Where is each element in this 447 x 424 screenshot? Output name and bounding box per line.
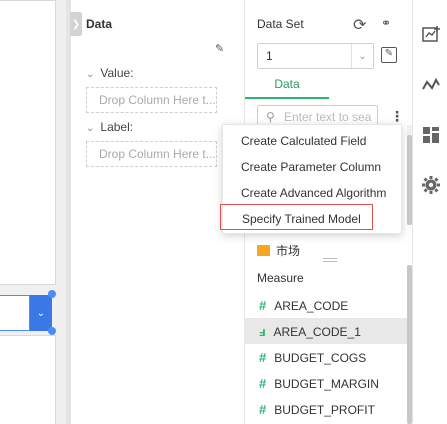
- field-item[interactable]: # BUDGET_MARGIN: [245, 370, 407, 396]
- number-icon: #: [259, 298, 267, 313]
- report-canvas: ⌄: [0, 0, 70, 424]
- label-section-header[interactable]: ⌄ Label:: [86, 120, 133, 134]
- dashboard-icon[interactable]: [421, 125, 441, 145]
- resize-handle[interactable]: [48, 327, 56, 335]
- field-item[interactable]: # AREA_CODE: [245, 292, 407, 318]
- chevron-down-icon: ⌄: [86, 123, 95, 134]
- menu-item-specify-trained-model[interactable]: Specify Trained Model: [220, 204, 373, 230]
- field-label: BUDGET_PROFIT: [274, 403, 375, 417]
- eraser-icon[interactable]: ✎: [215, 42, 224, 55]
- panel-splitter[interactable]: [66, 0, 71, 424]
- dataset-title: Data Set: [257, 17, 304, 31]
- field-label: BUDGET_MARGIN: [274, 377, 379, 391]
- more-options-icon[interactable]: ⋮: [390, 108, 404, 125]
- value-label: Value:: [100, 66, 134, 80]
- combo-box-input[interactable]: [0, 295, 30, 331]
- combo-box-dropdown-button[interactable]: ⌄: [30, 295, 52, 331]
- search-placeholder: Enter text to sea: [284, 110, 372, 124]
- folder-item[interactable]: 市场: [257, 242, 300, 259]
- chevron-down-icon: ⌄: [351, 44, 373, 68]
- chevron-right-icon: ❯: [71, 18, 81, 30]
- chevron-down-icon: ⌄: [36, 307, 46, 319]
- chevron-down-icon: ⌄: [86, 69, 95, 80]
- field-item[interactable]: ⅎ AREA_CODE_1: [245, 318, 407, 344]
- field-label: BUDGET_COGS: [274, 351, 367, 365]
- search-icon: ⚲: [266, 110, 275, 124]
- field-label: AREA_CODE: [274, 299, 349, 313]
- refresh-icon[interactable]: ⟳: [353, 15, 366, 35]
- resize-handle[interactable]: [48, 290, 56, 298]
- panel-title: Data: [86, 17, 113, 31]
- gear-icon[interactable]: [421, 175, 441, 195]
- label-label: Label:: [100, 120, 134, 134]
- field-item[interactable]: # BUDGET_PROFIT: [245, 396, 407, 422]
- number-icon: #: [259, 350, 267, 365]
- menu-item-create-calculated-field[interactable]: Create Calculated Field: [223, 127, 403, 153]
- drag-handle-icon[interactable]: [323, 258, 337, 262]
- tab-data[interactable]: Data: [245, 72, 329, 99]
- value-section-header[interactable]: ⌄ Value:: [86, 66, 134, 80]
- folder-icon: [257, 245, 270, 256]
- menu-item-create-parameter-column[interactable]: Create Parameter Column: [223, 153, 403, 179]
- value-drop-zone[interactable]: Drop Column Here t...: [86, 87, 217, 113]
- number-icon: #: [259, 402, 267, 417]
- number-icon: #: [259, 376, 267, 391]
- line-chart-icon[interactable]: [421, 75, 441, 95]
- link-dataset-icon[interactable]: ⚭: [381, 16, 391, 30]
- number-alt-icon: ⅎ: [259, 324, 266, 339]
- collapse-panel-button[interactable]: ❯: [70, 12, 82, 36]
- field-item[interactable]: # BUDGET_COGS: [245, 344, 407, 370]
- edit-icon[interactable]: ✎: [381, 47, 397, 63]
- dataset-select-value: 1: [266, 49, 273, 63]
- field-label: AREA_CODE_1: [273, 325, 361, 339]
- label-drop-zone[interactable]: Drop Column Here t...: [86, 141, 217, 167]
- measure-header: Measure: [257, 271, 304, 285]
- chart-add-icon[interactable]: [421, 25, 441, 45]
- field-context-menu: Create Calculated Field Create Parameter…: [220, 124, 403, 234]
- canvas-component[interactable]: [0, 335, 56, 424]
- right-toolbar: [412, 0, 447, 424]
- canvas-component[interactable]: [0, 0, 56, 285]
- folder-label: 市场: [276, 244, 301, 258]
- menu-item-create-advanced-algorithm[interactable]: Create Advanced Algorithm: [223, 179, 403, 205]
- dataset-select[interactable]: 1 ⌄: [257, 43, 374, 69]
